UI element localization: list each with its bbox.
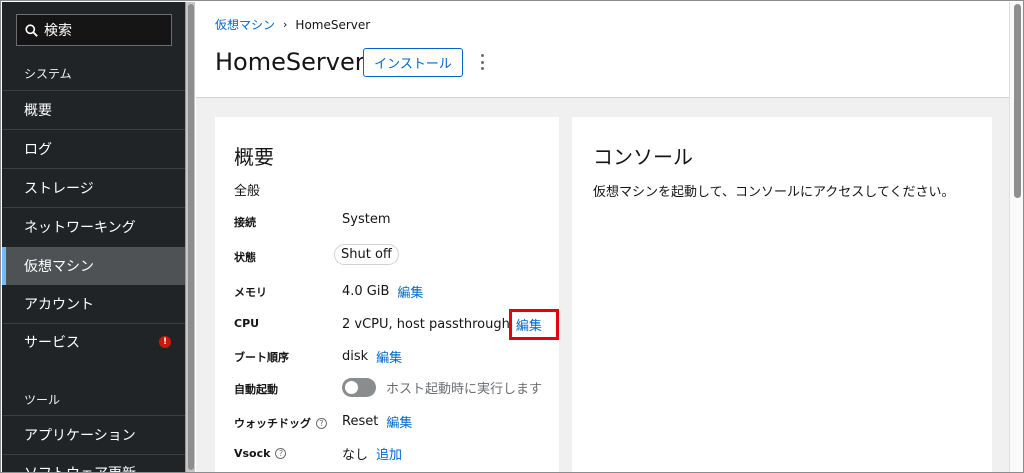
general-heading: 全般 bbox=[234, 184, 261, 199]
search-input[interactable]: 検索 bbox=[16, 14, 172, 46]
connection-label: 接続 bbox=[234, 216, 256, 229]
memory-row: 4.0 GiB 編集 bbox=[342, 282, 423, 301]
page-header: 仮想マシン › HomeServer HomeServer インストール bbox=[196, 2, 1009, 98]
state-label: 状態 bbox=[234, 251, 256, 264]
boot-order-edit-link[interactable]: 編集 bbox=[376, 347, 402, 366]
vsock-label: Vsock ? bbox=[234, 447, 287, 460]
vsock-row: なし 追加 bbox=[342, 444, 402, 463]
watchdog-label: ウォッチドッグ ? bbox=[234, 415, 327, 431]
app-window: 検索 システム 概要 ログ ストレージ ネットワーキング 仮想マシン アカウント… bbox=[0, 0, 1024, 473]
sidebar-item-services[interactable]: サービス ! bbox=[2, 323, 185, 361]
page-title: HomeServer bbox=[215, 48, 365, 76]
sidebar-item-networking[interactable]: ネットワーキング bbox=[2, 208, 185, 246]
alert-badge-icon: ! bbox=[159, 336, 171, 348]
autostart-toggle-label: ホスト起動時に実行します bbox=[386, 382, 543, 397]
sidebar-item-accounts[interactable]: アカウント bbox=[2, 285, 185, 323]
overview-card: 概要 全般 接続 System 状態 Shut off メモリ 4.0 GiB … bbox=[215, 117, 559, 472]
sidebar-item-overview[interactable]: 概要 bbox=[2, 91, 185, 129]
main-content: 仮想マシン › HomeServer HomeServer インストール 概要 … bbox=[196, 2, 1009, 472]
help-icon[interactable]: ? bbox=[275, 448, 287, 459]
sidebar-scrollbar[interactable] bbox=[185, 2, 195, 472]
cpu-value: 2 vCPU, host passthrough bbox=[342, 317, 510, 332]
highlight-box bbox=[509, 309, 559, 340]
cpu-label: CPU bbox=[234, 317, 260, 330]
memory-value: 4.0 GiB bbox=[342, 284, 390, 299]
console-card: コンソール 仮想マシンを起動して、コンソールにアクセスしてください。 bbox=[572, 117, 992, 472]
watchdog-label-text: ウォッチドッグ bbox=[234, 417, 311, 430]
boot-order-row: disk 編集 bbox=[342, 347, 402, 366]
watchdog-edit-link[interactable]: 編集 bbox=[386, 412, 412, 431]
memory-label: メモリ bbox=[234, 286, 267, 299]
autostart-toggle[interactable] bbox=[342, 378, 376, 397]
sidebar-item-storage[interactable]: ストレージ bbox=[2, 169, 185, 207]
scrollbar-thumb[interactable] bbox=[1014, 4, 1021, 198]
state-value: Shut off bbox=[334, 244, 399, 265]
vsock-value: なし bbox=[342, 448, 369, 463]
main-scrollbar[interactable] bbox=[1009, 2, 1023, 472]
status-badge: Shut off bbox=[334, 244, 399, 265]
install-button[interactable]: インストール bbox=[363, 48, 463, 77]
search-icon bbox=[25, 23, 38, 37]
help-icon[interactable]: ? bbox=[316, 417, 327, 429]
overview-title: 概要 bbox=[234, 145, 274, 169]
boot-order-value: disk bbox=[342, 349, 369, 364]
breadcrumb-current: HomeServer bbox=[295, 17, 371, 32]
boot-order-label: ブート順序 bbox=[234, 351, 289, 364]
console-title: コンソール bbox=[593, 145, 693, 169]
sidebar-item-applications[interactable]: アプリケーション bbox=[2, 416, 185, 454]
autostart-row: ホスト起動時に実行します bbox=[342, 378, 542, 397]
watchdog-row: Reset 編集 bbox=[342, 412, 412, 431]
console-message: 仮想マシンを起動して、コンソールにアクセスしてください。 bbox=[593, 185, 955, 200]
nav-section-tools: ツール bbox=[24, 393, 61, 407]
sidebar-item-logs[interactable]: ログ bbox=[2, 130, 185, 168]
chevron-right-icon: › bbox=[283, 18, 288, 31]
vsock-add-link[interactable]: 追加 bbox=[376, 444, 402, 463]
sidebar-item-software-updates[interactable]: ソフトウェア更新 bbox=[2, 454, 185, 472]
nav-section-system: システム bbox=[24, 67, 72, 81]
connection-value: System bbox=[342, 212, 391, 227]
sidebar-item-label: サービス bbox=[24, 335, 80, 351]
breadcrumb-link-virtual-machines[interactable]: 仮想マシン bbox=[215, 16, 275, 33]
vsock-label-text: Vsock bbox=[234, 447, 271, 460]
kebab-menu-icon[interactable] bbox=[480, 54, 484, 70]
sidebar: 検索 システム 概要 ログ ストレージ ネットワーキング 仮想マシン アカウント… bbox=[2, 2, 185, 472]
memory-edit-link[interactable]: 編集 bbox=[397, 282, 423, 301]
sidebar-item-virtual-machines[interactable]: 仮想マシン bbox=[2, 247, 185, 285]
autostart-label: 自動起動 bbox=[234, 383, 278, 396]
breadcrumb: 仮想マシン › HomeServer bbox=[215, 16, 370, 33]
search-label: 検索 bbox=[44, 23, 72, 39]
watchdog-value: Reset bbox=[342, 414, 379, 429]
scrollbar-thumb[interactable] bbox=[188, 4, 194, 470]
